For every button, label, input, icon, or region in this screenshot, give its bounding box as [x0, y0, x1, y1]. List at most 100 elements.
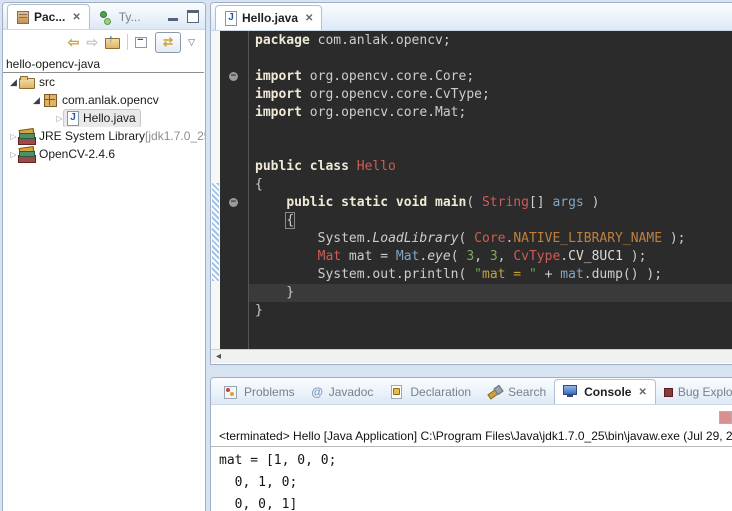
tab-label: Declaration [410, 385, 471, 399]
code-token: mat = [341, 249, 396, 264]
code-line: import org.opencv.core.Core; [249, 68, 732, 86]
tree-item-com-anlak-opencv[interactable]: ◢ com.anlak.opencv [3, 91, 205, 109]
code-token: mat [560, 267, 583, 282]
code-token: + [537, 267, 560, 282]
code-token: import [255, 69, 302, 84]
code-line [249, 50, 732, 68]
code-token: Hello [357, 159, 396, 174]
editor-tab-hello-java[interactable]: J Hello.java ✕ [215, 5, 322, 30]
code-token: package [255, 33, 310, 48]
declaration-icon [389, 385, 405, 399]
tab-label: Bug Explorer [678, 385, 732, 399]
code-token: ( [459, 231, 475, 246]
horizontal-scrollbar[interactable]: ◂ [211, 349, 732, 363]
terminate-icon[interactable] [719, 411, 732, 424]
tree-item-label: src [39, 75, 55, 89]
forward-arrow-icon[interactable]: ⇨ [86, 34, 98, 50]
annotation-ruler[interactable] [211, 31, 220, 349]
code-token: { [286, 213, 294, 228]
code-token: public class [255, 159, 349, 174]
code-token: . [560, 249, 568, 264]
code-token: ); [662, 231, 685, 246]
code-token: ) [584, 195, 600, 210]
expanded-arrow-icon[interactable]: ◢ [31, 95, 42, 106]
console-output-line: mat = [1, 0, 0; [219, 450, 732, 472]
code-token: Mat [396, 249, 419, 264]
minimize-icon[interactable] [168, 18, 178, 21]
tab-label: Search [508, 385, 546, 399]
collapsed-arrow-icon[interactable]: ▷ [8, 150, 19, 159]
code-line: { [249, 176, 732, 194]
tree-item-label: Hello.java [83, 111, 136, 125]
tree-item-opencv-2-4-6[interactable]: ▷ OpenCV-2.4.6 [3, 145, 205, 163]
maximize-icon[interactable] [187, 10, 199, 23]
tree-item-project[interactable]: hello-opencv-java [3, 56, 204, 73]
tab-search[interactable]: Search [479, 380, 554, 404]
fold-cell [220, 176, 248, 194]
collapsed-arrow-icon[interactable]: ▷ [8, 132, 19, 141]
console-panel: Problems@Javadoc Declaration Search Console… [210, 377, 732, 511]
code-token: , [474, 249, 490, 264]
tree-item-jre-system-library[interactable]: ▷ JRE System Library [jdk1.7.0_25] [3, 127, 205, 145]
tab-label: Console [584, 385, 631, 399]
fold-cell [220, 158, 248, 176]
code-line-current: } [249, 284, 732, 302]
fold-cell [220, 284, 248, 302]
code-token [255, 267, 318, 282]
tab-javadoc[interactable]: @Javadoc [303, 380, 382, 404]
close-icon[interactable]: ✕ [638, 387, 646, 398]
fold-cell: − [220, 194, 248, 212]
collapse-all-icon[interactable]: − [135, 36, 148, 48]
fold-cell [220, 248, 248, 266]
tab-problems[interactable]: Problems [215, 380, 303, 404]
close-icon[interactable]: ✕ [72, 12, 80, 23]
explorer-tree-items: ◢ src ◢ com.anlak.opencv ▷JHello.java ▷ JRE Sy… [3, 73, 205, 163]
console-output-line: 0, 0, 1] [219, 494, 732, 511]
console-tabbar-tabs: Problems@Javadoc Declaration Search Console… [215, 378, 732, 404]
code-token: com.anlak.opencv; [310, 33, 451, 48]
folding-margin[interactable]: −− [220, 31, 249, 349]
code-token: " [474, 267, 482, 282]
code-token: CvType [513, 249, 560, 264]
view-menu-icon[interactable]: ▽ [188, 34, 195, 50]
fold-collapse-icon[interactable]: − [229, 198, 238, 207]
fold-cell [220, 122, 248, 140]
fold-collapse-icon[interactable]: − [229, 72, 238, 81]
explorer-tabbar: Pac...✕Ty... [3, 3, 205, 30]
expanded-arrow-icon[interactable]: ◢ [8, 77, 19, 88]
code-token: NATIVE_LIBRARY_NAME [513, 231, 662, 246]
fold-cell [220, 140, 248, 158]
code-token: ); [623, 249, 646, 264]
code-area[interactable]: package com.anlak.opencv; import org.open… [249, 31, 732, 349]
go-up-folder-icon[interactable]: ↑ [105, 36, 120, 48]
tab-bug-explorer[interactable]: Bug Explorer [656, 380, 732, 404]
link-with-editor-button[interactable]: ⇄ [155, 32, 181, 53]
bug-icon [664, 385, 673, 399]
code-token: Mat [318, 249, 341, 264]
console-icon [563, 385, 579, 399]
tree-item-src[interactable]: ◢ src [3, 73, 205, 91]
tab-console[interactable]: Console ✕ [554, 379, 656, 404]
tree-item-label: JRE System Library [39, 129, 145, 143]
tab-package-explorer[interactable]: Pac...✕ [7, 4, 90, 29]
back-arrow-icon[interactable]: ⇦ [68, 34, 80, 50]
code-line: System.LoadLibrary( Core.NATIVE_LIBRARY_… [249, 230, 732, 248]
tree-item-suffix: [jdk1.7.0_25] [145, 129, 205, 143]
code-token: " [529, 267, 537, 282]
package-explorer-icon [16, 10, 29, 24]
console-toolbar [211, 405, 732, 427]
code-token: org.opencv.core.Core; [302, 69, 474, 84]
code-token: ( [451, 249, 467, 264]
scroll-left-icon[interactable]: ◂ [216, 350, 221, 363]
console-status-line: <terminated> Hello [Java Application] C:… [211, 427, 732, 447]
library-icon [19, 129, 35, 143]
tree-item-hello-java[interactable]: ▷JHello.java [3, 109, 205, 127]
code-line: import org.opencv.core.CvType; [249, 86, 732, 104]
tree-item-label: OpenCV-2.4.6 [39, 147, 115, 161]
tab-declaration[interactable]: Declaration [381, 380, 479, 404]
tab-type-hierarchy[interactable]: Ty... [90, 5, 149, 29]
close-icon[interactable]: ✕ [305, 13, 313, 24]
editor-body: −− package com.anlak.opencv;import org.o… [211, 31, 732, 349]
tree-item-label: com.anlak.opencv [62, 93, 159, 107]
console-output[interactable]: mat = [1, 0, 0; 0, 1, 0; 0, 0, 1] [211, 447, 732, 511]
